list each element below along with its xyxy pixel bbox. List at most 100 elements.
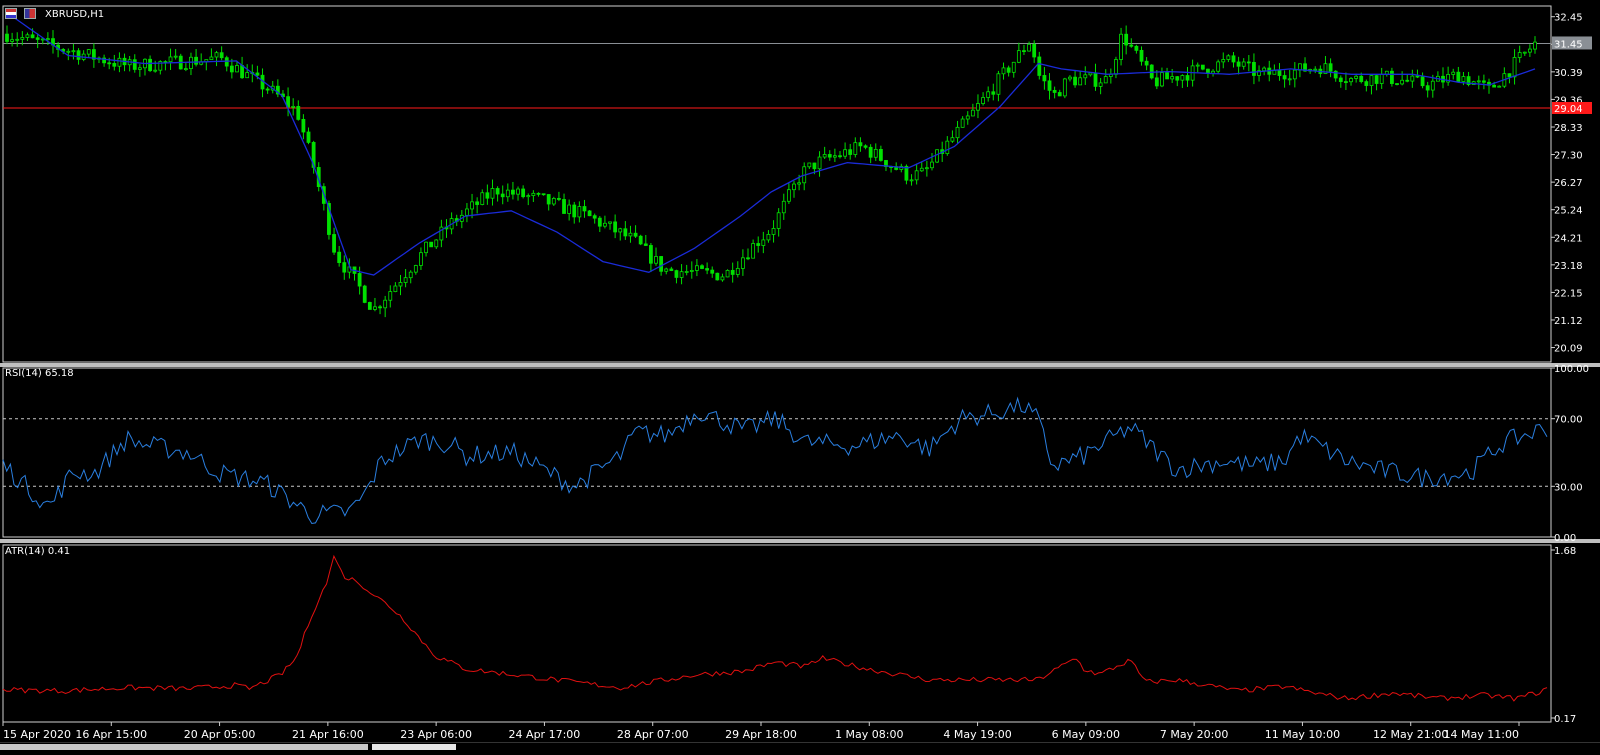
candle-body	[751, 243, 756, 259]
candle-body	[1527, 48, 1532, 53]
candle-body	[1359, 75, 1364, 82]
bid-price-label: 31.45	[1554, 39, 1583, 50]
price-tick-label: 27.30	[1554, 151, 1583, 162]
candle-body	[924, 167, 929, 170]
candle-body	[710, 269, 715, 274]
candle-body	[1221, 59, 1226, 63]
candle-body	[521, 188, 526, 198]
candle-body	[1032, 43, 1037, 58]
candle-body	[976, 103, 980, 111]
candle-body	[194, 56, 198, 65]
candle-body	[694, 265, 699, 271]
candle-body	[730, 270, 735, 275]
candle-body	[1022, 50, 1026, 53]
atr-line	[2, 554, 1548, 702]
candle-body	[30, 34, 35, 39]
candle-body	[1134, 45, 1139, 51]
candle-body	[424, 241, 428, 254]
candle-body	[756, 243, 761, 246]
candle-body	[1338, 77, 1343, 82]
candle-body	[490, 188, 495, 199]
atr-series	[2, 554, 1548, 702]
candle-body	[970, 109, 975, 117]
candle-body	[720, 276, 725, 281]
price-tick-label: 21.12	[1554, 316, 1583, 327]
candle-body	[470, 201, 474, 210]
candle-body	[546, 194, 551, 205]
chart-tab[interactable]	[0, 744, 368, 750]
atr-tick-label: 0.17	[1554, 714, 1576, 725]
candle-body	[398, 282, 403, 287]
candle-body	[909, 179, 914, 182]
candle-body	[996, 73, 1001, 95]
candle-body	[868, 146, 873, 158]
x-tick-label: 24 Apr 17:00	[509, 728, 581, 741]
candle-body	[235, 65, 239, 73]
candle-body	[342, 262, 347, 273]
x-tick-label: 21 Apr 16:00	[292, 728, 364, 741]
price-tick-label: 20.09	[1554, 344, 1583, 355]
chart-canvas[interactable]: 32.4531.4230.3929.3628.3327.3026.2725.24…	[0, 0, 1600, 750]
candle-body	[1461, 76, 1466, 82]
candle-body	[608, 221, 612, 224]
candle-body	[429, 241, 434, 248]
candle-body	[878, 149, 883, 161]
candle-body	[1016, 50, 1021, 63]
candle-body	[1083, 74, 1088, 79]
pane-separator	[0, 363, 1600, 367]
candle-body	[71, 50, 76, 53]
candle-body	[1420, 76, 1425, 87]
candle-body	[137, 67, 142, 70]
chart-window[interactable]: 32.4531.4230.3929.3628.3327.3026.2725.24…	[0, 0, 1600, 751]
candle-body	[536, 192, 541, 195]
candle-body	[669, 268, 674, 271]
candle-body	[766, 234, 771, 241]
candle-body	[413, 265, 418, 273]
candle-body	[516, 188, 520, 195]
candle-body	[112, 63, 117, 67]
candle-body	[337, 251, 342, 264]
candle-body	[229, 65, 234, 73]
chart-tab-active[interactable]	[372, 744, 456, 750]
candle-body	[35, 37, 40, 40]
candle-body	[955, 126, 960, 139]
candle-body	[541, 193, 546, 196]
candle-body	[1522, 51, 1527, 54]
alert-price-label: 29.04	[1554, 104, 1583, 115]
price-tick-label: 25.24	[1554, 206, 1583, 217]
candle-body	[76, 50, 81, 60]
candle-body	[1236, 61, 1241, 67]
candle-body	[715, 272, 720, 281]
candle-body	[1313, 68, 1318, 71]
candle-body	[255, 72, 260, 76]
candle-body	[1328, 63, 1333, 72]
rsi-tick-label: 70.00	[1554, 415, 1583, 426]
price-tick-label: 32.45	[1554, 13, 1583, 24]
candle-body	[1517, 52, 1522, 58]
candle-body	[1349, 78, 1353, 83]
candle-body	[633, 232, 638, 237]
candle-body	[725, 270, 730, 278]
moving-average-series	[6, 12, 1536, 276]
x-tick-label: 11 May 10:00	[1265, 728, 1340, 741]
candle-body	[1430, 80, 1435, 91]
candle-body	[107, 62, 112, 65]
candle-body	[419, 252, 423, 266]
pane-separator	[0, 539, 1600, 543]
candle-body	[495, 188, 500, 195]
candle-body	[786, 189, 791, 202]
candle-body	[500, 193, 505, 198]
candle-body	[1379, 73, 1384, 84]
candle-body	[618, 228, 623, 233]
candle-body	[950, 137, 955, 142]
candle-body	[587, 210, 592, 217]
candle-body	[393, 285, 398, 293]
candle-body	[1052, 89, 1057, 93]
candle-body	[148, 58, 152, 72]
candle-body	[981, 97, 985, 104]
candle-body	[659, 256, 664, 272]
candle-body	[224, 57, 229, 67]
candle-body	[1006, 67, 1011, 73]
candle-body	[1369, 75, 1374, 86]
candle-body	[1206, 68, 1210, 74]
